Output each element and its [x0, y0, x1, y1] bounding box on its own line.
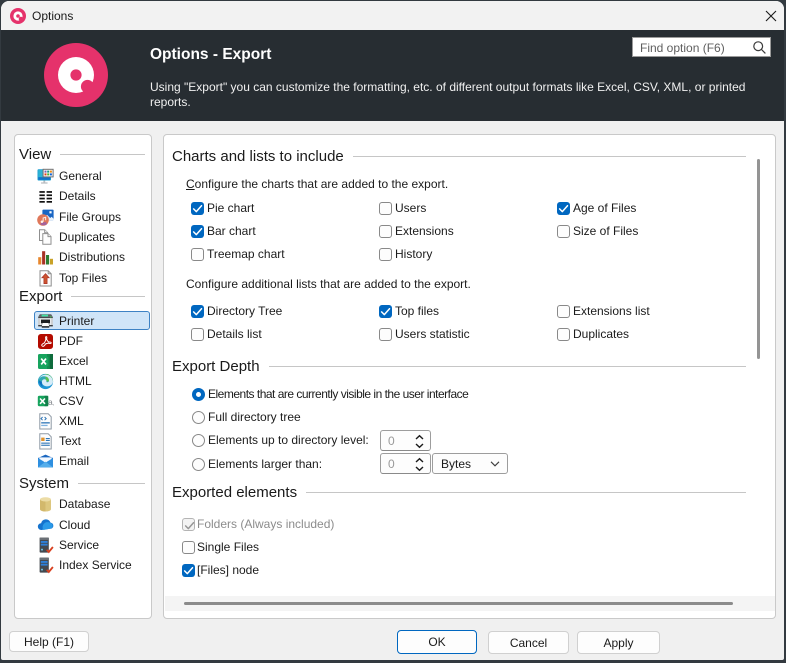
svg-text:a,: a,: [48, 397, 54, 407]
